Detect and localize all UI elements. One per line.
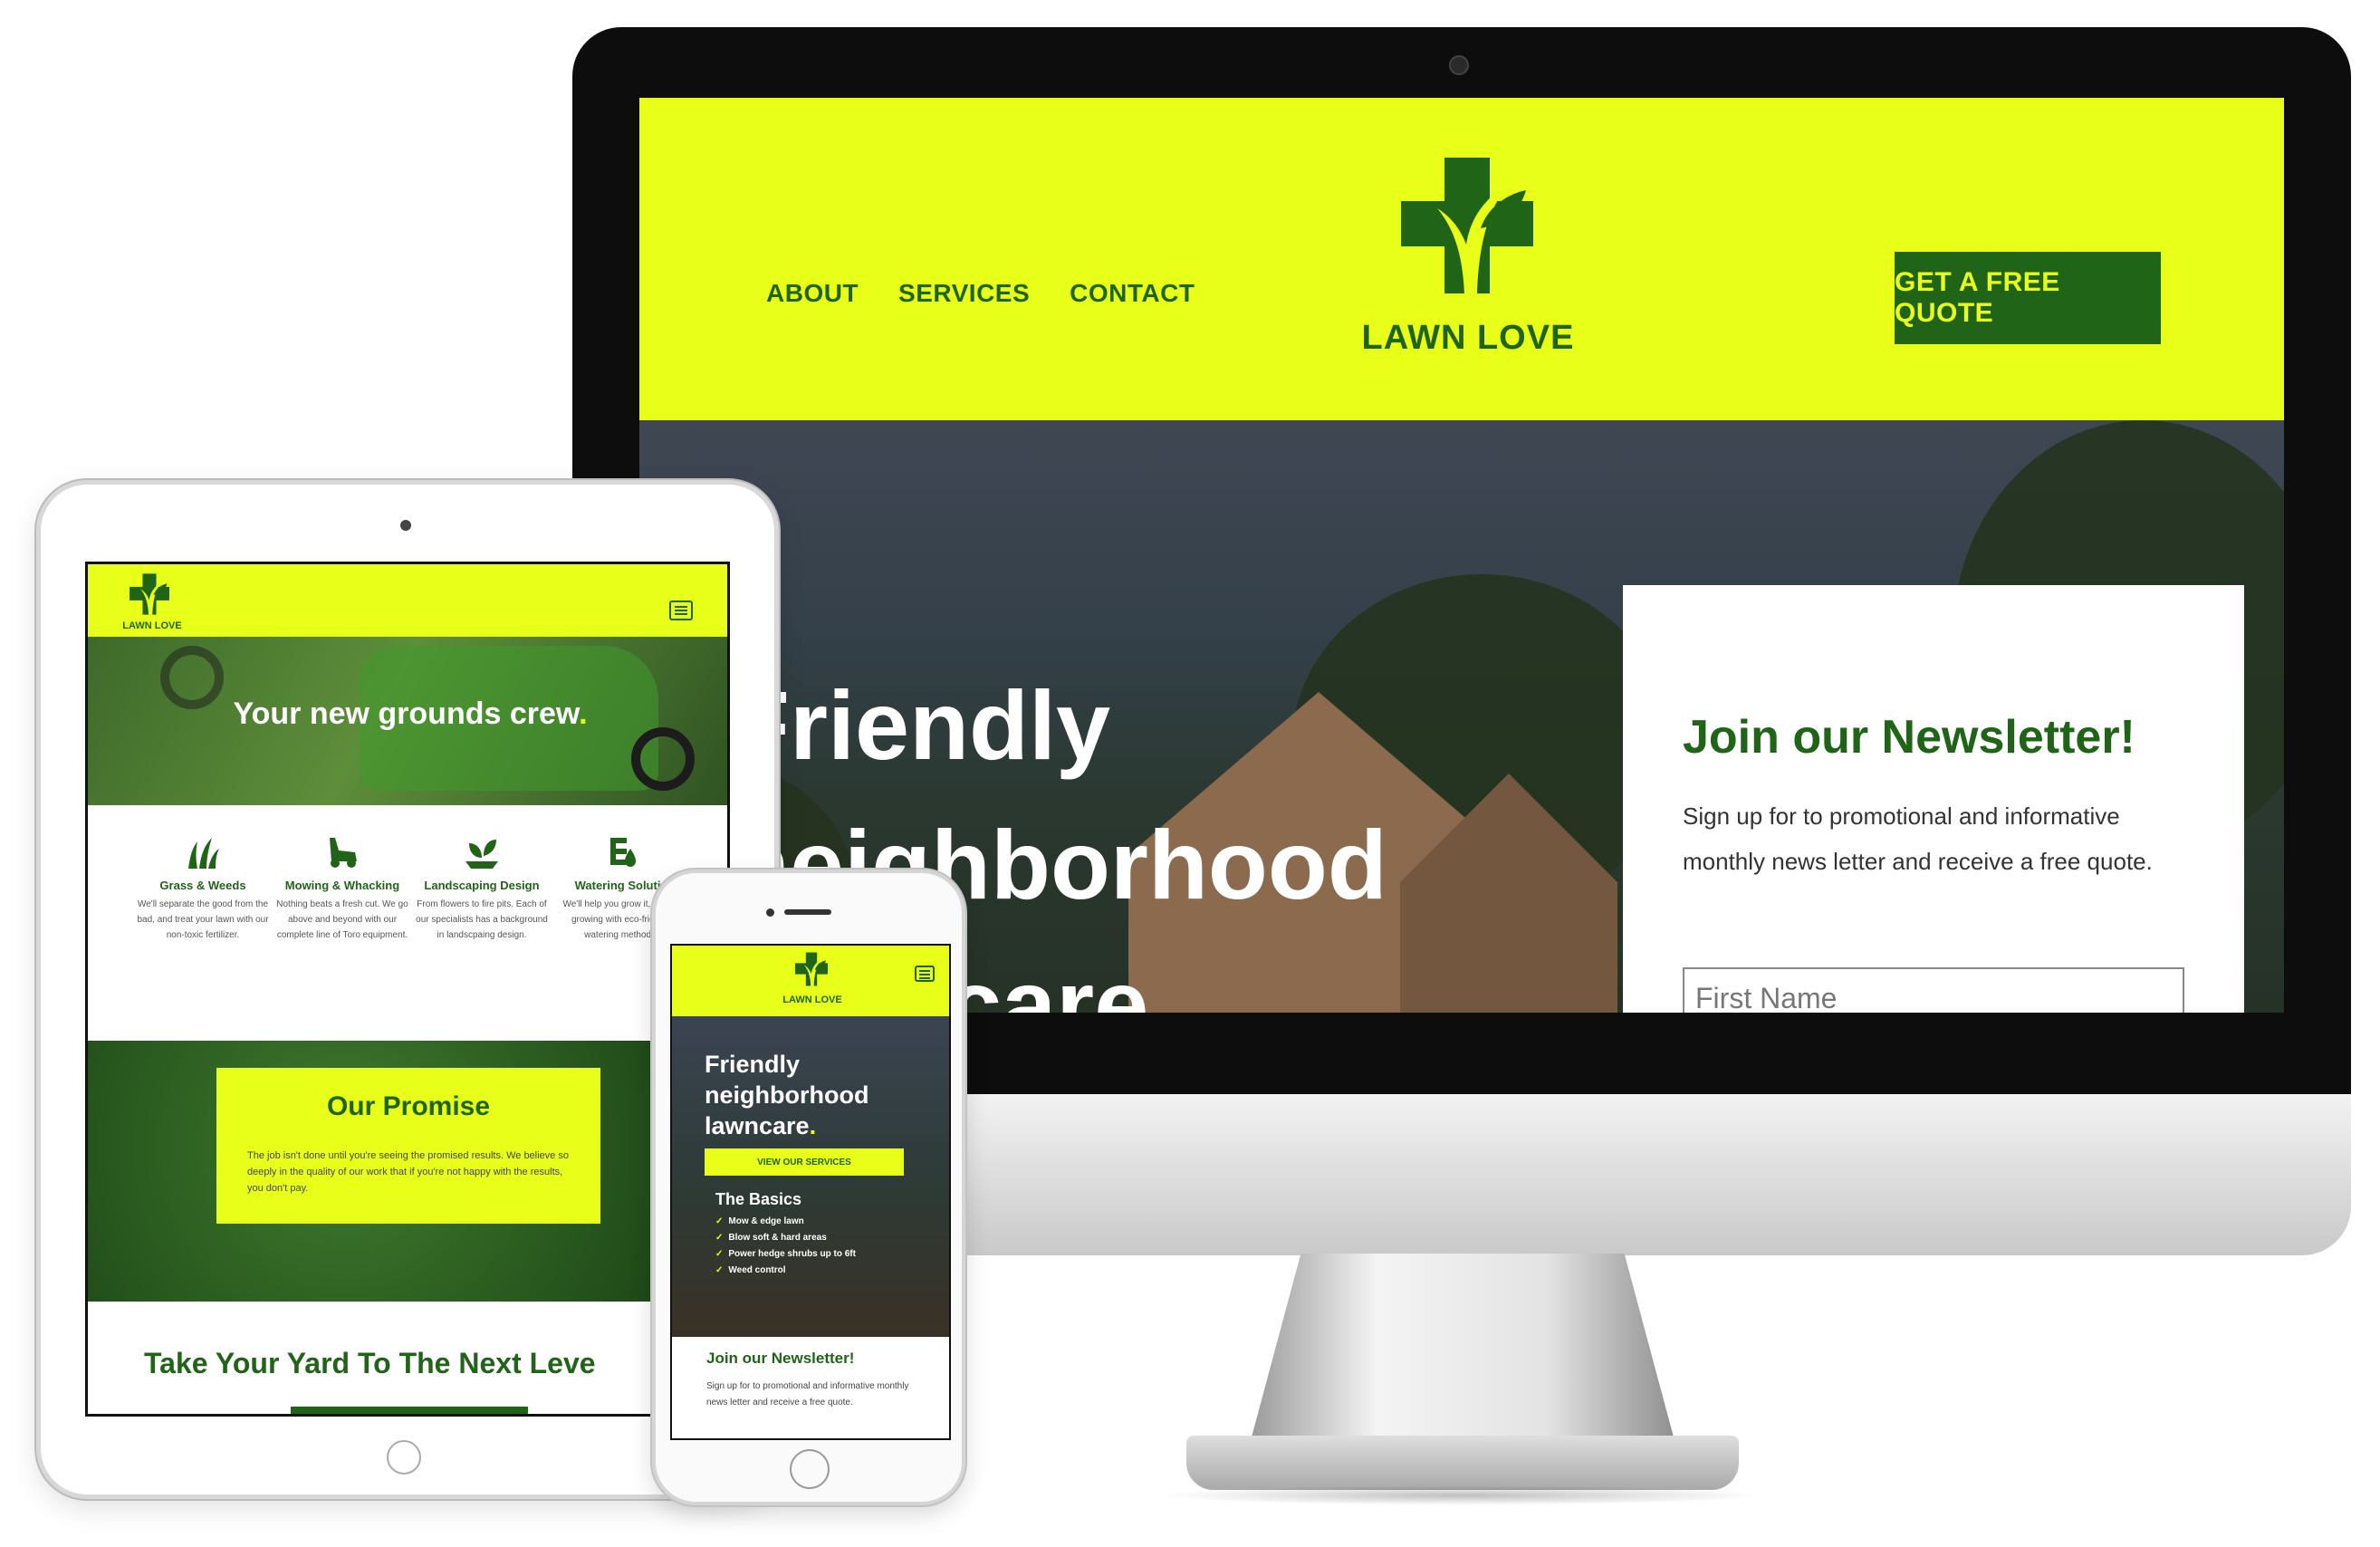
hero-title: Your new grounds crew. <box>233 697 588 731</box>
home-button[interactable] <box>790 1449 830 1489</box>
phone-header: LAWN LOVE <box>672 946 949 1016</box>
service-name: Landscaping Design <box>424 879 540 892</box>
basics-item-text: Blow soft & hard areas <box>728 1233 827 1243</box>
list-item: ✓ Blow soft & hard areas <box>715 1230 856 1246</box>
hero-line-text: lawncare <box>705 1112 810 1139</box>
basics-item-text: Power hedge shrubs up to 6ft <box>728 1249 856 1259</box>
tablet-header: LAWN LOVE <box>88 564 727 637</box>
tablet-hero: Your new grounds crew. <box>88 637 727 805</box>
basics-item-text: Weed control <box>728 1265 786 1275</box>
speaker <box>784 909 831 915</box>
hero-title-text: Your new grounds crew <box>233 697 580 731</box>
check-icon: ✓ <box>715 1265 724 1275</box>
service-name: Grass & Weeds <box>159 879 246 892</box>
check-icon: ✓ <box>715 1249 724 1259</box>
logo-text: LAWN LOVE <box>782 994 842 1005</box>
nav-contact[interactable]: CONTACT <box>1070 279 1195 308</box>
imac-foot <box>1186 1436 1739 1490</box>
basics-item-text: Mow & edge lawn <box>728 1216 804 1226</box>
newsletter-title: Join our Newsletter! <box>1683 711 2135 764</box>
hero-line: neighborhood <box>705 1081 869 1109</box>
lawn-love-logo-icon[interactable] <box>130 573 169 615</box>
newsletter-card: Join our Newsletter! Sign up for to prom… <box>1623 585 2244 1013</box>
hero-headline: Friendly neighborhood lawncare. <box>705 1049 869 1141</box>
basics-list: ✓ Mow & edge lawn ✓ Blow soft & hard areas… <box>715 1214 856 1279</box>
list-item: ✓ Mow & edge lawn <box>715 1214 856 1230</box>
camera-icon <box>766 908 774 917</box>
desktop-header: ABOUT SERVICES CONTACT LAWN LOVE GET A F… <box>639 98 2284 420</box>
newsletter-body: Sign up for to promotional and informati… <box>1683 802 2153 875</box>
nav-services[interactable]: SERVICES <box>898 279 1030 308</box>
consultation-button[interactable] <box>291 1407 528 1414</box>
hero-line: lawncare. <box>705 1112 817 1139</box>
mower-icon <box>274 832 410 872</box>
next-level-section: Take Your Yard To The Next Leve <box>88 1302 727 1414</box>
nav-about[interactable]: ABOUT <box>766 279 859 308</box>
logo-text: LAWN LOVE <box>122 620 182 631</box>
imac-stand <box>1250 1254 1675 1444</box>
list-item: ✓ Power hedge shrubs up to 6ft <box>715 1246 856 1263</box>
tablet-screen: LAWN LOVE Your new grounds crew. Grass &… <box>85 562 730 1417</box>
hero-line: Friendly <box>705 1051 801 1078</box>
hamburger-menu-icon[interactable] <box>669 601 693 620</box>
desktop-nav: ABOUT SERVICES CONTACT <box>766 279 1195 308</box>
logo-text: LAWN LOVE <box>1361 319 1575 357</box>
service-desc: Nothing beats a fresh cut. We go above a… <box>276 899 408 940</box>
phone-hero: Friendly neighborhood lawncare. VIEW OUR… <box>672 1016 949 1337</box>
newsletter-body: Sign up for to promotional and informati… <box>706 1381 909 1408</box>
camera-icon <box>400 520 411 531</box>
promise-title: Our Promise <box>326 1091 491 1121</box>
service-card[interactable]: Mowing & Whacking Nothing beats a fresh … <box>274 832 410 943</box>
wheel <box>631 727 695 791</box>
service-name: Mowing & Whacking <box>284 879 400 892</box>
check-icon: ✓ <box>715 1233 724 1243</box>
services-section: Grass & Weeds We'll separate the good fr… <box>88 805 727 1041</box>
lawn-love-logo-icon[interactable] <box>1401 158 1533 293</box>
promise-body: The job isn't done until you're seeing t… <box>247 1150 569 1194</box>
list-item: ✓ Weed control <box>715 1263 856 1279</box>
phone-screen: LAWN LOVE Friendly neighborhood lawncare… <box>670 944 951 1440</box>
plant-icon <box>414 832 550 872</box>
service-card[interactable]: Grass & Weeds We'll separate the good fr… <box>135 832 271 943</box>
view-services-button[interactable]: VIEW OUR SERVICES <box>705 1148 904 1176</box>
service-card[interactable]: Landscaping Design From flowers to fire … <box>414 832 550 943</box>
grass-icon <box>135 832 271 872</box>
service-desc: From flowers to fire pits. Each of our s… <box>416 899 548 940</box>
promise-card: Our Promise The job isn't done until you… <box>216 1068 600 1224</box>
next-level-title: Take Your Yard To The Next Leve <box>144 1347 596 1379</box>
lawn-love-logo-icon[interactable] <box>795 951 828 987</box>
home-button[interactable] <box>387 1440 421 1475</box>
hero-line: Friendly <box>730 670 1111 780</box>
newsletter-title: Join our Newsletter! <box>706 1350 855 1367</box>
check-icon: ✓ <box>715 1216 724 1226</box>
watering-icon <box>553 832 689 872</box>
imac-shadow <box>1159 1485 1766 1505</box>
hamburger-menu-icon[interactable] <box>915 966 935 982</box>
first-name-input[interactable]: First Name <box>1683 967 2184 1013</box>
basics-title: The Basics <box>715 1190 802 1208</box>
service-desc: We'll separate the good from the bad, an… <box>137 899 269 940</box>
get-free-quote-button[interactable]: GET A FREE QUOTE <box>1895 252 2161 344</box>
camera-icon <box>1449 55 1469 75</box>
newsletter-card: Join our Newsletter! Sign up for to prom… <box>681 1337 944 1438</box>
